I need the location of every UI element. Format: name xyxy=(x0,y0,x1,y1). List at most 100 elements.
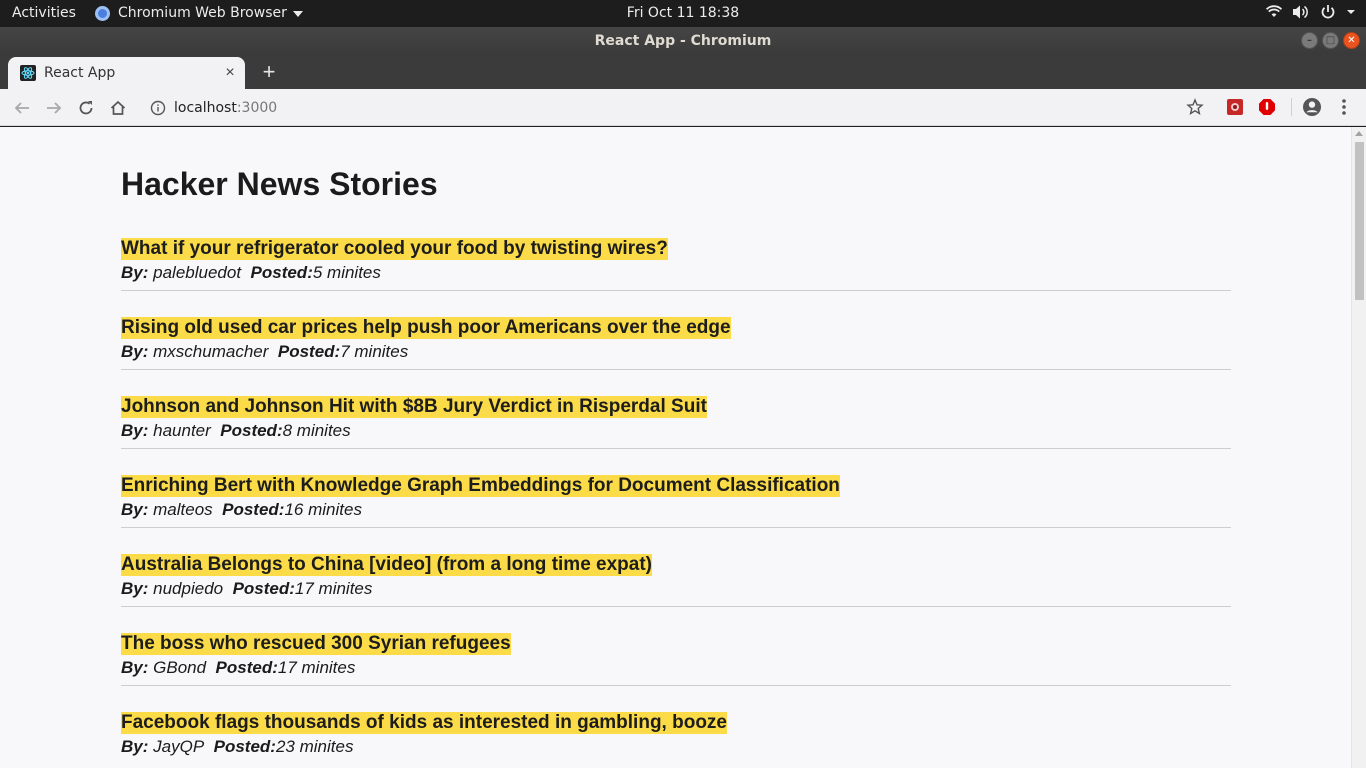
story-author: JayQP xyxy=(153,737,205,756)
arrow-right-icon xyxy=(47,102,62,114)
system-tray[interactable] xyxy=(1266,4,1356,20)
tab-strip: React App × + xyxy=(0,55,1366,89)
menu-button[interactable] xyxy=(1333,96,1355,118)
wifi-icon[interactable] xyxy=(1266,4,1282,20)
story-posted: 5 minites xyxy=(312,263,381,282)
clock: Fri Oct 11 18:38 xyxy=(0,5,1366,21)
story-posted: 23 minites xyxy=(275,737,354,756)
maximize-button[interactable]: □ xyxy=(1322,32,1339,49)
story-divider xyxy=(121,606,1231,607)
by-label: By: xyxy=(121,421,149,440)
by-label: By: xyxy=(121,737,149,756)
story-title[interactable]: Australia Belongs to China [video] (from… xyxy=(121,554,652,576)
window-title-bar[interactable]: React App - Chromium – □ ✕ xyxy=(0,27,1366,55)
story-meta: By: GBond Posted:17 minites xyxy=(121,658,355,678)
url-port: :3000 xyxy=(236,99,278,116)
scrollbar-thumb[interactable] xyxy=(1355,142,1364,300)
story-meta: By: haunter Posted:8 minites xyxy=(121,421,351,441)
story-title[interactable]: Facebook flags thousands of kids as inte… xyxy=(121,712,727,734)
tab-react-app[interactable]: React App × xyxy=(8,57,245,89)
story-divider xyxy=(121,448,1231,449)
scroll-up-icon[interactable] xyxy=(1355,131,1363,136)
story-title[interactable]: Enriching Bert with Knowledge Graph Embe… xyxy=(121,475,840,497)
story-author: haunter xyxy=(153,421,211,440)
react-icon xyxy=(20,65,36,81)
page-viewport[interactable]: Hacker News Stories What if your refrige… xyxy=(0,127,1366,768)
more-vert-icon xyxy=(1342,99,1346,115)
back-button[interactable] xyxy=(11,97,33,119)
story-divider xyxy=(121,290,1231,291)
by-label: By: xyxy=(121,500,149,519)
story-author: palebluedot xyxy=(153,263,242,282)
story-item: What if your refrigerator cooled your fo… xyxy=(121,238,1231,317)
story-title[interactable]: Johnson and Johnson Hit with $8B Jury Ve… xyxy=(121,396,707,418)
story-meta: By: mxschumacher Posted:7 minites xyxy=(121,342,408,362)
forward-button[interactable] xyxy=(43,97,65,119)
story-meta: By: JayQP Posted:23 minites xyxy=(121,737,353,757)
story-item: Rising old used car prices help push poo… xyxy=(121,317,1231,396)
story-posted: 17 minites xyxy=(277,658,356,677)
new-tab-button[interactable]: + xyxy=(258,61,280,83)
by-label: By: xyxy=(121,579,149,598)
arrow-left-icon xyxy=(14,102,29,114)
reload-icon xyxy=(79,101,93,115)
story-title[interactable]: What if your refrigerator cooled your fo… xyxy=(121,238,668,260)
tab-title: React App xyxy=(44,65,116,81)
posted-label: Posted: xyxy=(215,658,278,677)
story-meta: By: palebluedot Posted:5 minites xyxy=(121,263,381,283)
home-button[interactable] xyxy=(107,97,129,119)
by-label: By: xyxy=(121,342,149,361)
profile-button[interactable] xyxy=(1301,96,1323,118)
story-divider xyxy=(121,685,1231,686)
star-icon xyxy=(1186,98,1204,115)
story-author: mxschumacher xyxy=(153,342,269,361)
story-meta: By: malteos Posted:16 minites xyxy=(121,500,362,520)
story-posted: 7 minites xyxy=(340,342,409,361)
posted-label: Posted: xyxy=(277,342,341,361)
extension-icon xyxy=(1227,99,1243,115)
story-title[interactable]: The boss who rescued 300 Syrian refugees xyxy=(121,633,511,655)
story-item: Facebook flags thousands of kids as inte… xyxy=(121,712,1231,768)
url-host: localhost xyxy=(174,99,237,116)
story-meta: By: nudpiedo Posted:17 minites xyxy=(121,579,372,599)
posted-label: Posted: xyxy=(213,737,276,756)
story-author: GBond xyxy=(153,658,207,677)
info-icon[interactable] xyxy=(150,100,166,116)
page-title: Hacker News Stories xyxy=(121,166,438,202)
power-icon[interactable] xyxy=(1320,4,1336,20)
close-window-button[interactable]: ✕ xyxy=(1343,32,1360,49)
adblock-button[interactable] xyxy=(1256,96,1278,118)
story-divider xyxy=(121,369,1231,370)
home-icon xyxy=(110,100,126,115)
story-posted: 16 minites xyxy=(284,500,362,519)
story-divider xyxy=(121,527,1231,528)
browser-toolbar: localhost:3000 xyxy=(0,89,1366,126)
extension-button[interactable] xyxy=(1224,96,1246,118)
reload-button[interactable] xyxy=(75,97,97,119)
bookmark-button[interactable] xyxy=(1184,96,1206,118)
story-item: Johnson and Johnson Hit with $8B Jury Ve… xyxy=(121,396,1231,475)
story-posted: 8 minites xyxy=(282,421,351,440)
close-tab-icon[interactable]: × xyxy=(221,64,239,82)
story-item: Australia Belongs to China [video] (from… xyxy=(121,554,1231,633)
story-title[interactable]: Rising old used car prices help push poo… xyxy=(121,317,731,339)
story-item: The boss who rescued 300 Syrian refugees… xyxy=(121,633,1231,712)
toolbar-divider xyxy=(1291,98,1292,116)
minimize-button[interactable]: – xyxy=(1301,32,1318,49)
story-item: Enriching Bert with Knowledge Graph Embe… xyxy=(121,475,1231,554)
address-bar[interactable]: localhost:3000 xyxy=(140,93,1215,122)
chevron-down-icon[interactable] xyxy=(1346,4,1356,20)
vertical-scrollbar[interactable] xyxy=(1351,127,1366,768)
posted-label: Posted: xyxy=(222,500,285,519)
posted-label: Posted: xyxy=(220,421,283,440)
story-author: malteos xyxy=(153,500,213,519)
volume-icon[interactable] xyxy=(1292,4,1310,20)
system-top-bar: Activities Chromium Web Browser Fri Oct … xyxy=(0,0,1366,27)
posted-label: Posted: xyxy=(232,579,295,598)
window-controls: – □ ✕ xyxy=(1301,32,1360,49)
by-label: By: xyxy=(121,658,149,677)
story-author: nudpiedo xyxy=(153,579,224,598)
by-label: By: xyxy=(121,263,149,282)
account-circle-icon xyxy=(1303,98,1321,116)
clock-label[interactable]: Fri Oct 11 18:38 xyxy=(627,5,739,21)
